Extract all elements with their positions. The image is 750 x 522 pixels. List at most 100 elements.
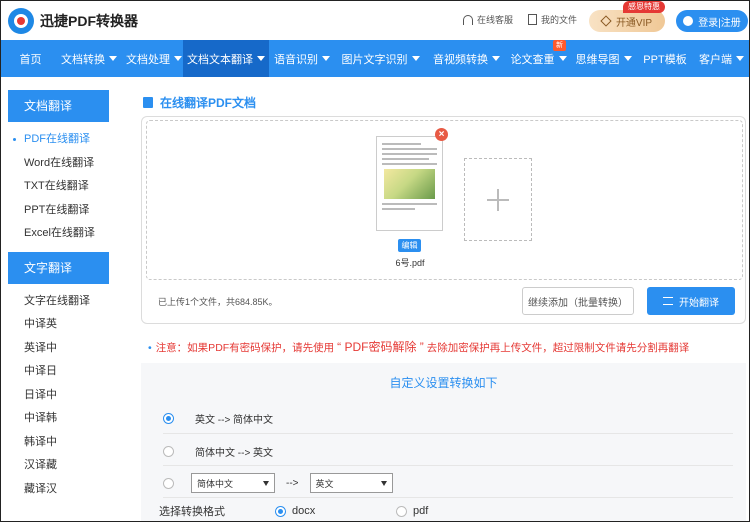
logo-text: 迅捷PDF转换器 xyxy=(40,13,138,29)
continue-add-button[interactable]: 继续添加（批量转换） xyxy=(522,287,634,315)
thumbnail-text-line xyxy=(382,163,437,165)
new-badge: 新 xyxy=(553,40,566,51)
my-files-label: 我的文件 xyxy=(541,15,578,25)
format-row: 选择转换格式 docx pdf xyxy=(159,503,428,519)
nav-item-label: 图片文字识别 xyxy=(341,53,408,66)
nav-item-label: 音视频转换 xyxy=(433,53,488,66)
login-button[interactable]: 登录|注册 xyxy=(676,10,748,32)
radio-docx[interactable] xyxy=(275,505,286,517)
radio-custom[interactable] xyxy=(163,477,174,489)
nav-item-doc-convert[interactable]: 文档转换 xyxy=(53,40,125,77)
sidebar-item-zh-en[interactable]: 中译英 xyxy=(8,313,109,337)
nav-item-client[interactable]: 客户端 xyxy=(693,40,750,77)
caret-down-icon xyxy=(411,56,420,61)
my-files-link[interactable]: 我的文件 xyxy=(528,13,577,26)
thumbnail-text-line xyxy=(382,158,429,160)
sidebar-item-zh-ja[interactable]: 中译日 xyxy=(8,360,109,384)
thumbnail-text-line xyxy=(382,148,437,150)
caret-down-icon xyxy=(257,56,265,61)
add-file-button[interactable] xyxy=(464,158,532,241)
radio-zh-to-en[interactable] xyxy=(163,446,174,457)
sidebar-item-zh-bo[interactable]: 汉译藏 xyxy=(8,454,109,478)
upload-summary: 已上传1个文件，共684.85K。 xyxy=(158,297,278,307)
vip-promo-badge: 感恩特惠 xyxy=(623,1,665,13)
sidebar-heading-doc: 文档翻译 xyxy=(8,90,109,122)
format-label: 选择转换格式 xyxy=(159,506,225,518)
caret-down-icon xyxy=(263,481,269,486)
main-nav: 首页 文档转换 文档处理 文档文本翻译 语音识别 图片文字识别 音视频转换 论文… xyxy=(0,40,750,77)
support-link[interactable]: 在线客服 xyxy=(463,13,513,26)
nav-item-mindmap[interactable]: 思维导图 xyxy=(570,40,637,77)
user-icon xyxy=(683,16,694,26)
caret-down-icon xyxy=(492,56,500,61)
caret-down-icon xyxy=(109,56,117,61)
nav-item-doc-translate[interactable]: 文档文本翻译 xyxy=(183,40,269,77)
divider xyxy=(163,497,733,498)
source-language-select[interactable]: 简体中文 xyxy=(191,473,275,493)
sidebar: 文档翻译 PDF在线翻译 Word在线翻译 TXT在线翻译 PPT在线翻译 Ex… xyxy=(8,90,109,501)
format-pdf-label: pdf xyxy=(413,505,429,517)
plus-icon xyxy=(487,188,509,211)
nav-item-ocr[interactable]: 图片文字识别 xyxy=(335,40,426,77)
sidebar-item-ppt[interactable]: PPT在线翻译 xyxy=(8,199,109,223)
target-language-value: 英文 xyxy=(315,478,334,489)
caret-down-icon xyxy=(623,56,632,61)
logo-icon xyxy=(8,8,34,34)
upload-panel: × 编辑 6号.pdf 已上传1个文件，共684.85K。 继续添加（批量转换）… xyxy=(141,116,746,324)
target-language-select[interactable]: 英文 xyxy=(309,473,393,493)
sidebar-item-bo-zh[interactable]: 藏译汉 xyxy=(8,478,109,502)
divider xyxy=(163,433,733,434)
nav-item-ppt[interactable]: PPT模板 xyxy=(637,40,693,77)
sidebar-item-txt[interactable]: TXT在线翻译 xyxy=(8,175,109,199)
vip-button[interactable]: 开通VIP xyxy=(589,10,665,32)
sidebar-item-text-online[interactable]: 文字在线翻译 xyxy=(8,290,109,314)
nav-item-home[interactable]: 首页 xyxy=(8,40,53,77)
top-header: 迅捷PDF转换器 在线客服 我的文件 开通VIP 感恩特惠 登录|注册 xyxy=(0,0,750,40)
option-zh-to-en-label: 简体中文 --> 英文 xyxy=(195,448,274,459)
bullet-icon: • xyxy=(148,342,152,354)
settings-title: 自定义设置转换如下 xyxy=(389,376,498,390)
radio-en-to-zh[interactable] xyxy=(163,413,174,424)
site-logo[interactable]: 迅捷PDF转换器 xyxy=(8,8,138,34)
document-icon xyxy=(528,14,537,25)
swap-icon xyxy=(663,297,673,305)
format-docx-label: docx xyxy=(292,505,316,517)
nav-item-speech[interactable]: 语音识别 xyxy=(269,40,335,77)
sidebar-item-excel[interactable]: Excel在线翻译 xyxy=(8,222,109,246)
thumbnail-text-line xyxy=(382,203,437,205)
option-en-to-zh[interactable]: 英文 --> 简体中文 xyxy=(163,411,273,426)
start-translate-button[interactable]: 开始翻译 xyxy=(647,287,735,315)
support-label: 在线客服 xyxy=(477,15,514,25)
upload-dropzone[interactable]: × 编辑 6号.pdf xyxy=(146,120,743,280)
pdf-unlock-link[interactable]: “ PDF密码解除 ” xyxy=(337,340,424,354)
caret-down-icon xyxy=(322,56,330,61)
nav-item-label: 客户端 xyxy=(699,53,732,66)
caret-down-icon xyxy=(736,56,744,61)
nav-item-plagiarism[interactable]: 论文查重 新 xyxy=(507,40,570,77)
page-title-text: 在线翻译PDF文档 xyxy=(160,96,257,110)
notice-prefix: 注意：如果PDF有密码保护，请先使用 xyxy=(155,342,335,354)
source-language-value: 简体中文 xyxy=(197,478,234,489)
nav-item-doc-process[interactable]: 文档处理 xyxy=(125,40,183,77)
sidebar-item-ko-zh[interactable]: 韩译中 xyxy=(8,431,109,455)
nav-item-label: 首页 xyxy=(19,53,42,66)
radio-pdf[interactable] xyxy=(396,505,407,517)
caret-down-icon xyxy=(380,481,387,486)
sidebar-item-pdf[interactable]: PDF在线翻译 xyxy=(8,128,109,152)
nav-item-label: 论文查重 xyxy=(510,53,555,66)
headset-icon xyxy=(463,14,473,25)
nav-item-av-convert[interactable]: 音视频转换 xyxy=(426,40,507,77)
file-thumbnail[interactable] xyxy=(376,136,443,231)
divider xyxy=(163,465,733,466)
option-zh-to-en[interactable]: 简体中文 --> 英文 xyxy=(163,444,273,459)
edit-file-button[interactable]: 编辑 xyxy=(398,239,421,252)
caret-down-icon xyxy=(174,56,182,61)
sidebar-item-zh-ko[interactable]: 中译韩 xyxy=(8,407,109,431)
option-custom[interactable]: 简体中文 --> 英文 xyxy=(163,473,393,493)
remove-file-icon[interactable]: × xyxy=(435,128,448,141)
sidebar-item-en-zh[interactable]: 英译中 xyxy=(8,337,109,361)
thumbnail-text-line xyxy=(382,143,421,145)
sidebar-item-ja-zh[interactable]: 日译中 xyxy=(8,384,109,408)
sidebar-item-word[interactable]: Word在线翻译 xyxy=(8,152,109,176)
thumbnail-text-line xyxy=(382,153,437,155)
